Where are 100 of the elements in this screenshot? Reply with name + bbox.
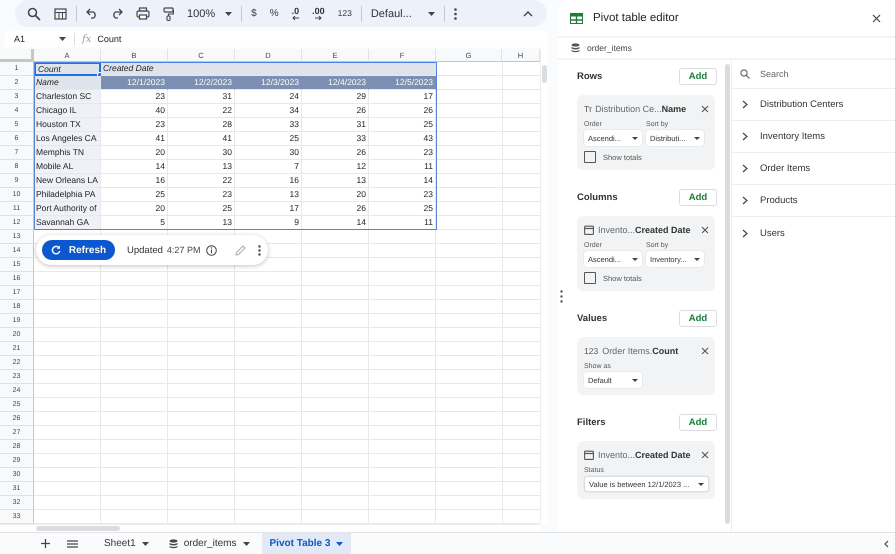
field-source: Invento...	[598, 225, 636, 235]
add-button[interactable]: Add	[679, 414, 717, 430]
table-cell: 41	[101, 132, 168, 146]
table-cell: Memphis TN	[34, 146, 101, 160]
table-cell: Chicago IL	[34, 104, 101, 118]
table-icon[interactable]	[54, 8, 67, 20]
remove-icon[interactable]	[701, 451, 709, 459]
table-cell: Port Authority of	[34, 202, 101, 216]
table-cell: 13	[302, 174, 369, 188]
font-dropdown[interactable]: Defaul...	[370, 8, 435, 20]
redo-icon[interactable]	[111, 8, 123, 20]
sheet-tab[interactable]: Sheet1	[96, 533, 157, 554]
table-cell: 25	[369, 118, 436, 132]
chevron-icon[interactable]	[742, 132, 748, 141]
table-cell: 16	[101, 174, 168, 188]
horizontal-scrollbar[interactable]	[0, 524, 540, 532]
more-icon[interactable]	[258, 244, 262, 256]
database-icon	[168, 538, 178, 548]
chevron-icon[interactable]	[742, 164, 748, 173]
table-list-item[interactable]: Products	[732, 185, 895, 217]
table-cell: 14	[369, 174, 436, 188]
caret-icon	[428, 12, 435, 16]
table-cell: 11	[369, 160, 436, 174]
sheet-tab[interactable]: order_items	[160, 533, 258, 554]
currency-button[interactable]: $	[251, 9, 257, 18]
table-cell: 25	[235, 132, 302, 146]
table-cell: Name	[34, 76, 101, 90]
table-cell: 40	[101, 104, 168, 118]
database-icon	[571, 43, 580, 53]
table-cell: Mobile AL	[34, 160, 101, 174]
table-cell: 24	[235, 90, 302, 104]
refresh-button[interactable]: Refresh	[42, 240, 115, 260]
menu-icon[interactable]	[67, 540, 78, 548]
panel-title: Pivot table editor	[593, 12, 679, 24]
arrow-right-icon	[314, 16, 322, 20]
table-cell: 34	[235, 104, 302, 118]
table-cell: 12/5/2023	[369, 76, 436, 90]
search-field[interactable]: Search	[758, 68, 882, 80]
sheet-tab[interactable]: Pivot Table 3	[262, 533, 352, 554]
table-cell: 31	[302, 118, 369, 132]
zoom-dropdown[interactable]: 100%	[187, 8, 232, 20]
table-list-item[interactable]: Users	[732, 217, 895, 249]
panel-scrollbar[interactable]	[725, 64, 730, 524]
search-icon[interactable]	[740, 69, 750, 79]
table-cell: 30	[235, 146, 302, 160]
table-cell: 13	[168, 160, 235, 174]
info-icon[interactable]	[206, 244, 218, 256]
paint-roller-icon[interactable]	[163, 6, 174, 21]
chevron-icon[interactable]	[742, 228, 748, 238]
table-list-item[interactable]: Order Items	[732, 153, 895, 185]
vertical-scrollbar[interactable]	[540, 49, 548, 524]
table-cell: 12/2/2023	[168, 76, 235, 90]
add-sheet-icon[interactable]	[41, 539, 50, 548]
caret-icon	[242, 542, 250, 546]
remove-icon[interactable]	[701, 105, 709, 113]
checkbox[interactable]	[584, 151, 596, 163]
table-cell: New Orleans LA	[34, 174, 101, 188]
calendar-icon	[584, 225, 594, 235]
remove-icon[interactable]	[701, 347, 709, 355]
checkbox[interactable]	[584, 272, 596, 284]
table-cell: 33	[302, 132, 369, 146]
decrease-decimals-button[interactable]: .0	[292, 7, 300, 20]
formula-input[interactable]: Count	[97, 34, 122, 44]
table-list-item[interactable]: Inventory Items	[732, 121, 895, 153]
table-cell: Houston TX	[34, 118, 101, 132]
refresh-icon	[50, 245, 61, 256]
remove-icon[interactable]	[701, 226, 709, 234]
table-cell: 9	[235, 216, 302, 230]
table-cell: 26	[302, 146, 369, 160]
chevron-up-icon[interactable]	[523, 10, 533, 17]
caret-icon[interactable]	[59, 37, 66, 42]
chevron-left-icon[interactable]	[884, 540, 889, 548]
table-cell: 23	[168, 188, 235, 202]
chevron-icon[interactable]	[742, 196, 748, 205]
percent-button[interactable]: %	[270, 9, 279, 18]
table-list-item[interactable]: Distribution Centers	[732, 89, 895, 121]
field-name: Created Date	[635, 225, 691, 235]
name-box[interactable]: A1	[14, 34, 59, 44]
table-cell: 23	[369, 188, 436, 202]
table-cell: 41	[168, 132, 235, 146]
add-button[interactable]: Add	[679, 310, 717, 326]
table-cell: Created Date	[101, 62, 436, 76]
chevron-icon[interactable]	[742, 100, 748, 109]
updated-label: Updated	[127, 244, 163, 256]
caret-icon	[694, 136, 700, 140]
more-icon[interactable]	[454, 8, 457, 20]
drag-handle-icon[interactable]	[560, 290, 563, 302]
close-icon[interactable]	[872, 14, 881, 22]
add-button[interactable]: Add	[679, 68, 717, 84]
table-cell: Charleston SC	[34, 90, 101, 104]
number-format-button[interactable]: 123	[338, 9, 352, 18]
print-icon[interactable]	[136, 7, 150, 20]
updated-time: 4:27 PM	[166, 245, 200, 256]
fx-label: fx	[82, 34, 92, 45]
increase-decimals-button[interactable]: .00	[312, 7, 325, 20]
caret-icon	[142, 542, 149, 546]
table-cell: 43	[369, 132, 436, 146]
search-icon[interactable]	[27, 6, 41, 21]
add-button[interactable]: Add	[679, 188, 717, 206]
undo-icon[interactable]	[86, 8, 98, 20]
